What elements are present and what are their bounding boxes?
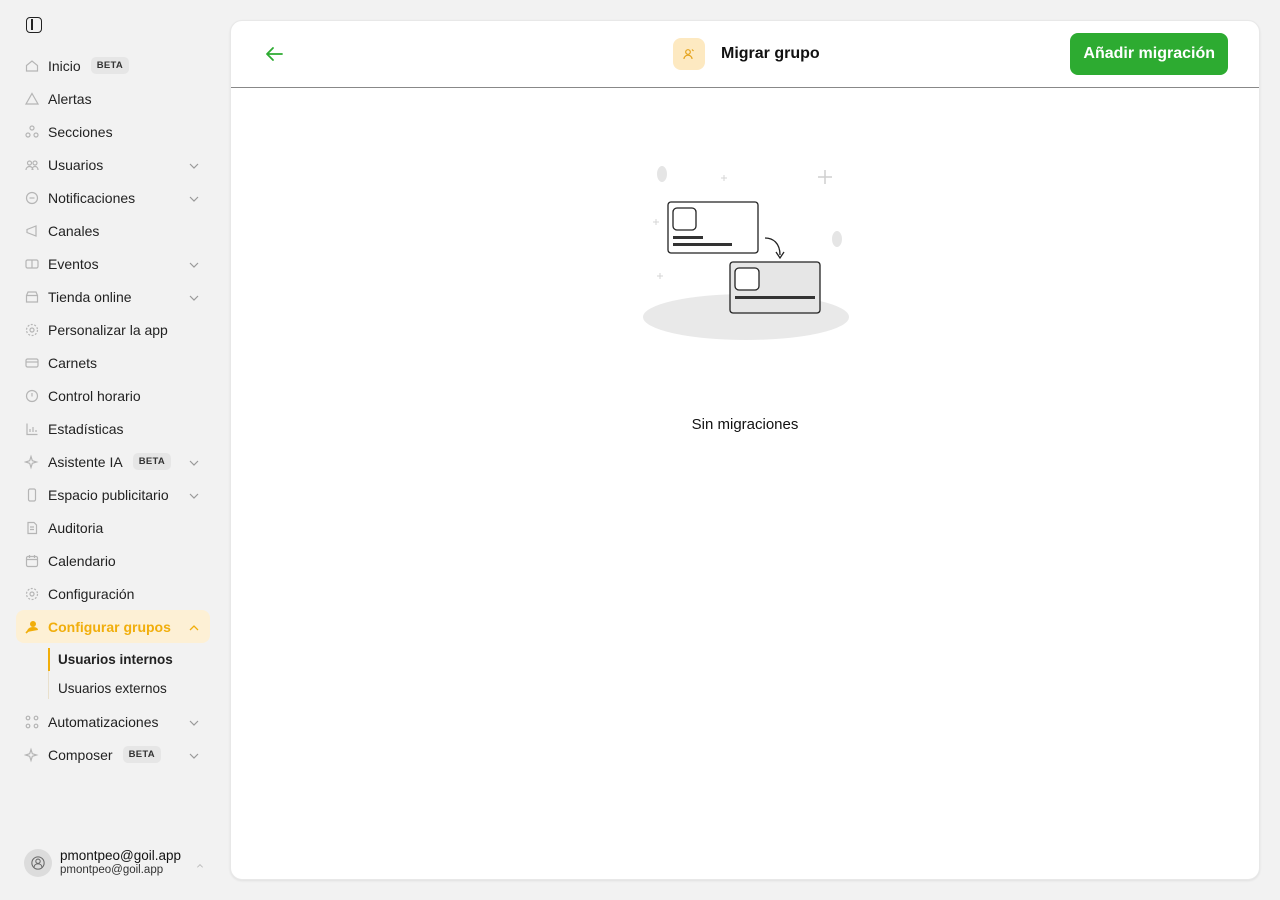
sections-icon [24,124,40,140]
sidebar: Inicio BETA Alertas Secciones Usuarios N… [0,0,220,900]
automation-icon [24,714,40,730]
sidebar-item-label: Configuración [48,585,135,602]
chevron-up-icon[interactable] [188,621,199,631]
back-arrow-icon[interactable] [263,43,285,65]
sidebar-item-label: Configurar grupos [48,618,171,635]
sidebar-item-label: Asistente IA [48,453,123,470]
chevron-down-icon[interactable] [188,716,199,726]
sidebar-item-label: Control horario [48,387,141,404]
sidebar-item-label: Espacio publicitario [48,486,169,503]
sidebar-item-eventos[interactable]: Eventos [16,247,210,280]
sidebar-item-auditoria[interactable]: Auditoria [16,511,210,544]
beta-badge: BETA [122,746,161,763]
chevron-down-icon[interactable] [188,159,199,169]
sidebar-item-tienda-online[interactable]: Tienda online [16,280,210,313]
sidebar-item-label: Personalizar la app [48,321,168,338]
audit-icon [24,520,40,536]
gear-icon [24,322,40,338]
sidebar-item-label: Carnets [48,354,98,371]
sidebar-item-usuarios[interactable]: Usuarios [16,148,210,181]
chevron-down-icon[interactable] [188,749,199,759]
page-title-wrap: Migrar grupo [673,38,820,70]
empty-state-illustration [636,161,856,351]
sidebar-item-carnets[interactable]: Carnets [16,346,210,379]
chevron-down-icon[interactable] [188,456,199,466]
user-group-icon [673,38,705,70]
sidebar-item-configuracion[interactable]: Configuración [16,577,210,610]
sidebar-item-asistente-ia[interactable]: Asistente IA BETA [16,445,210,478]
beta-badge: BETA [132,453,172,470]
calendar-icon [24,553,40,569]
sparkle-icon [24,453,40,470]
sidebar-nav: Inicio BETA Alertas Secciones Usuarios N… [16,49,210,771]
chevron-down-icon[interactable] [188,291,199,301]
user-email: pmontpeo@goil.app [60,864,164,877]
sidebar-item-label: Canales [48,222,100,239]
sidebar-item-espacio-publicitario[interactable]: Espacio publicitario [16,478,210,511]
settings-icon [24,586,40,602]
avatar [24,849,52,877]
user-icon [31,856,45,870]
sidebar-toggle-icon[interactable] [26,17,42,33]
sidebar-item-personalizar-app[interactable]: Personalizar la app [16,313,210,346]
sidebar-item-control-horario[interactable]: Control horario [16,379,210,412]
chart-icon [24,421,40,437]
sidebar-item-label: Notificaciones [48,189,136,206]
sidebar-item-alertas[interactable]: Alertas [16,82,210,115]
chevron-up-icon[interactable] [196,857,204,875]
sidebar-item-notificaciones[interactable]: Notificaciones [16,181,210,214]
sidebar-item-configurar-grupos[interactable]: Configurar grupos [16,610,210,643]
chevron-down-icon[interactable] [188,258,199,268]
sidebar-item-label: Estadísticas [48,420,124,437]
sidebar-item-label: Composer [48,746,113,763]
submenu-configurar-grupos: Usuarios internos Usuarios externos [48,643,210,705]
sidebar-item-inicio[interactable]: Inicio BETA [16,49,210,82]
sidebar-subitem-usuarios-externos[interactable]: Usuarios externos [48,674,210,703]
sidebar-item-label: Auditoria [48,519,104,536]
chevron-down-icon[interactable] [188,192,199,202]
sidebar-item-estadisticas[interactable]: Estadísticas [16,412,210,445]
sidebar-item-label: Tienda online [48,288,132,305]
megaphone-icon [24,223,40,239]
users-icon [24,157,40,173]
home-icon [24,58,40,74]
clock-icon [24,388,40,404]
sidebar-item-label: Secciones [48,123,113,140]
sidebar-item-label: Automatizaciones [48,713,159,730]
empty-state-text: Sin migraciones [691,416,799,433]
sidebar-item-calendario[interactable]: Calendario [16,544,210,577]
sidebar-item-label: Eventos [48,255,99,272]
sidebar-item-label: Inicio [48,57,81,74]
sidebar-item-composer[interactable]: Composer BETA [16,738,210,771]
phone-icon [24,487,40,503]
sparkle-icon [24,746,40,763]
beta-badge: BETA [90,57,130,74]
store-icon [24,289,40,305]
sidebar-item-automatizaciones[interactable]: Automatizaciones [16,705,210,738]
chevron-down-icon[interactable] [188,489,199,499]
alert-icon [24,91,40,107]
sidebar-item-label: Calendario [48,552,116,569]
sidebar-subitem-usuarios-internos[interactable]: Usuarios internos [48,645,210,674]
page-header: Migrar grupo Añadir migración [231,21,1259,88]
user-name: pmontpeo@goil.app [60,848,182,863]
card-icon [24,355,40,371]
user-menu[interactable]: pmontpeo@goil.app pmontpeo@goil.app [24,845,214,881]
sidebar-item-label: Usuarios [48,156,104,173]
sidebar-item-label: Alertas [48,90,92,107]
chat-icon [24,190,40,206]
sidebar-item-secciones[interactable]: Secciones [16,115,210,148]
ticket-icon [24,256,40,272]
add-migration-button[interactable]: Añadir migración [1070,33,1228,75]
group-pin-icon [24,619,40,635]
main-panel: Migrar grupo Añadir migración Sin migrac… [230,20,1260,880]
sidebar-item-canales[interactable]: Canales [16,214,210,247]
page-title: Migrar grupo [721,45,820,62]
